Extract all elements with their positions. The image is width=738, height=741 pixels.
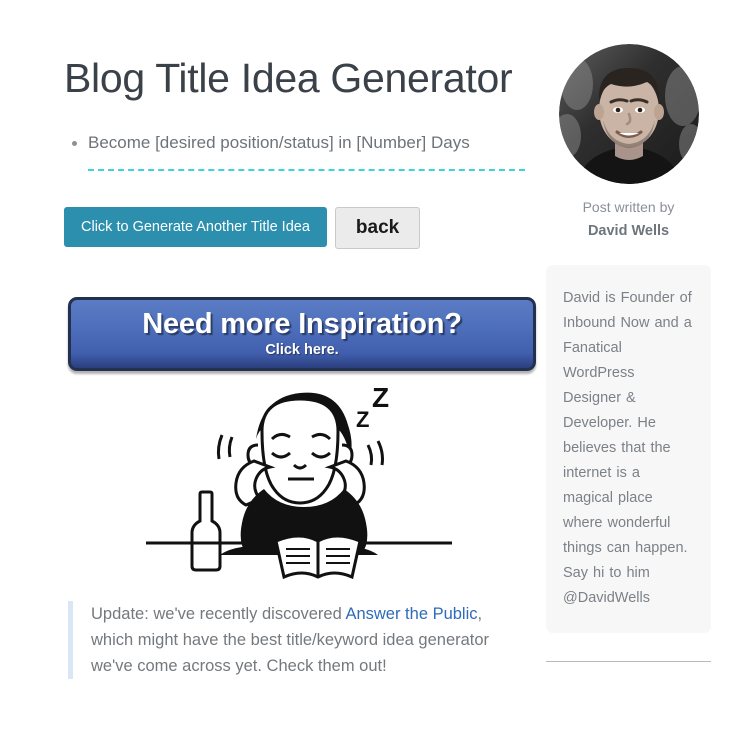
back-button[interactable]: back <box>334 206 421 249</box>
sidebar-divider <box>546 661 711 662</box>
illustration-container: Z Z <box>64 378 534 579</box>
idea-list: Become [desired position/status] in [Num… <box>64 130 534 156</box>
main-content: Blog Title Idea Generator Become [desire… <box>64 0 536 679</box>
update-paragraph: Update: we've recently discovered Answer… <box>91 601 523 679</box>
page-root: Blog Title Idea Generator Become [desire… <box>0 0 738 741</box>
author-bio-card: David is Founder of Inbound Now and a Fa… <box>546 265 711 633</box>
svg-text:Z: Z <box>356 407 369 432</box>
inspiration-banner-subtitle: Click here. <box>265 342 339 359</box>
answer-the-public-link[interactable]: Answer the Public <box>345 605 477 623</box>
inspiration-banner-title: Need more Inspiration? <box>142 307 462 340</box>
avatar-photo <box>558 44 699 184</box>
update-blockquote: Update: we've recently discovered Answer… <box>68 600 523 679</box>
dashed-divider <box>88 168 525 171</box>
inspiration-banner[interactable]: Need more Inspiration? Click here. <box>68 296 536 371</box>
author-sidebar: Post written by David Wells David is Fou… <box>541 0 716 662</box>
sleeping-person-illustration: Z Z <box>144 378 454 579</box>
generated-title-idea: Become [desired position/status] in [Num… <box>64 130 534 156</box>
action-button-row: Click to Generate Another Title Idea bac… <box>64 206 534 249</box>
generate-title-button[interactable]: Click to Generate Another Title Idea <box>64 206 327 247</box>
update-prefix-text: Update: we've recently discovered <box>91 604 346 623</box>
post-byline: Post written by <box>582 199 675 215</box>
author-name: David Wells <box>587 223 670 239</box>
author-bio-text: David is Founder of Inbound Now and a Fa… <box>563 290 692 606</box>
svg-text:Z: Z <box>372 382 389 413</box>
page-title: Blog Title Idea Generator <box>64 55 513 101</box>
avatar <box>558 44 699 184</box>
